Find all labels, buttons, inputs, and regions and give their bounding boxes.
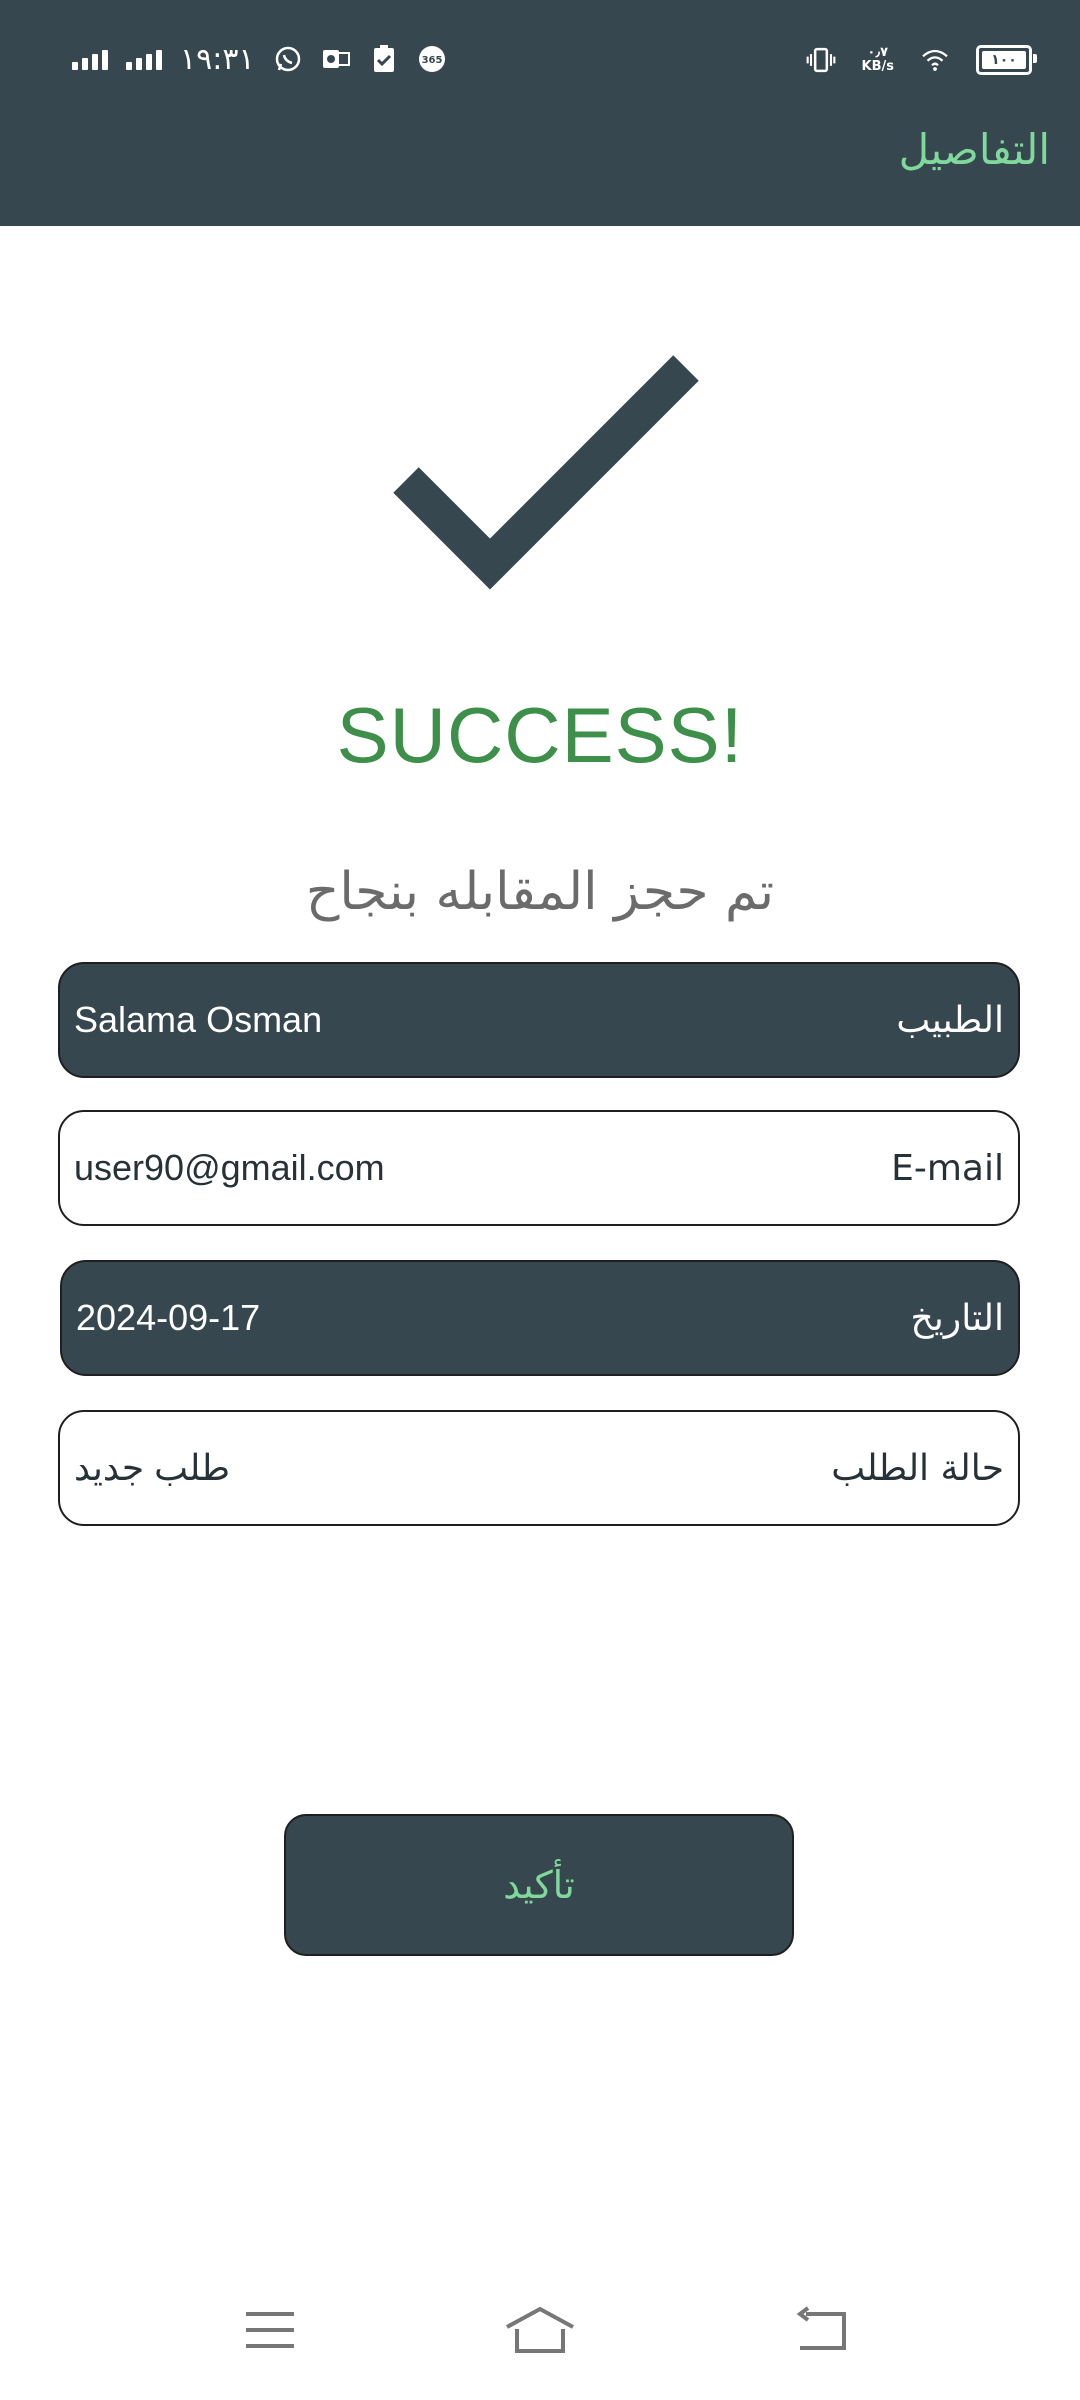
page-title: التفاصيل: [898, 125, 1050, 174]
office-365-icon: 365: [417, 44, 447, 74]
network-speed-unit: KB/s: [861, 59, 894, 74]
status-bar-left: ١٩:٣١ 365: [72, 38, 447, 80]
menu-icon[interactable]: [230, 2300, 310, 2360]
email-value: user90@gmail.com: [74, 1147, 385, 1188]
date-card: 2024-09-17 التاريخ: [60, 1260, 1020, 1376]
svg-text:365: 365: [421, 55, 442, 66]
signal-icon: [72, 48, 108, 70]
battery-icon: ١٠٠: [976, 45, 1037, 75]
clipboard-check-icon: [369, 44, 399, 74]
success-subtitle: تم حجز المقابله بنجاح: [305, 862, 775, 922]
email-label: E-mail: [891, 1147, 1004, 1189]
date-label: التاريخ: [910, 1297, 1004, 1339]
email-card: user90@gmail.com E-mail: [58, 1110, 1020, 1226]
doctor-label: الطبيب: [896, 999, 1004, 1041]
date-value: 2024-09-17: [76, 1297, 261, 1338]
doctor-value: Salama Osman: [74, 999, 323, 1040]
home-icon[interactable]: [500, 2300, 580, 2360]
whatsapp-icon: [273, 44, 303, 74]
status-time: ١٩:٣١: [180, 41, 255, 77]
network-speed-value: ٠٫٧: [867, 45, 889, 60]
success-title: SUCCESS!: [336, 691, 744, 779]
confirm-button-label: تأكيد: [503, 1863, 575, 1907]
system-nav-bar: [0, 2270, 1080, 2400]
vibrate-icon: [806, 45, 836, 75]
wifi-icon: [920, 45, 950, 75]
app-bar: ١٩:٣١ 365 ٠٫٧ KB/s ١٠٠ التفاصيل: [0, 0, 1080, 226]
back-icon[interactable]: [782, 2300, 862, 2360]
status-bar-right: ٠٫٧ KB/s ١٠٠: [806, 40, 1037, 80]
page: ١٩:٣١ 365 ٠٫٧ KB/s ١٠٠ التفاصيل SUCCESS!…: [0, 0, 1080, 2400]
network-speed: ٠٫٧ KB/s: [862, 46, 894, 74]
signal-icon: [126, 48, 162, 70]
battery-level: ١٠٠: [991, 52, 1017, 68]
outlook-icon: [321, 44, 351, 74]
confirm-button[interactable]: تأكيد: [284, 1814, 794, 1956]
request-status-value: طلب جديد: [74, 1447, 230, 1488]
request-status-card: طلب جديد حالة الطلب: [58, 1410, 1020, 1526]
request-status-label: حالة الطلب: [831, 1447, 1004, 1489]
checkmark-icon: [393, 355, 699, 590]
doctor-card: Salama Osman الطبيب: [58, 962, 1020, 1078]
